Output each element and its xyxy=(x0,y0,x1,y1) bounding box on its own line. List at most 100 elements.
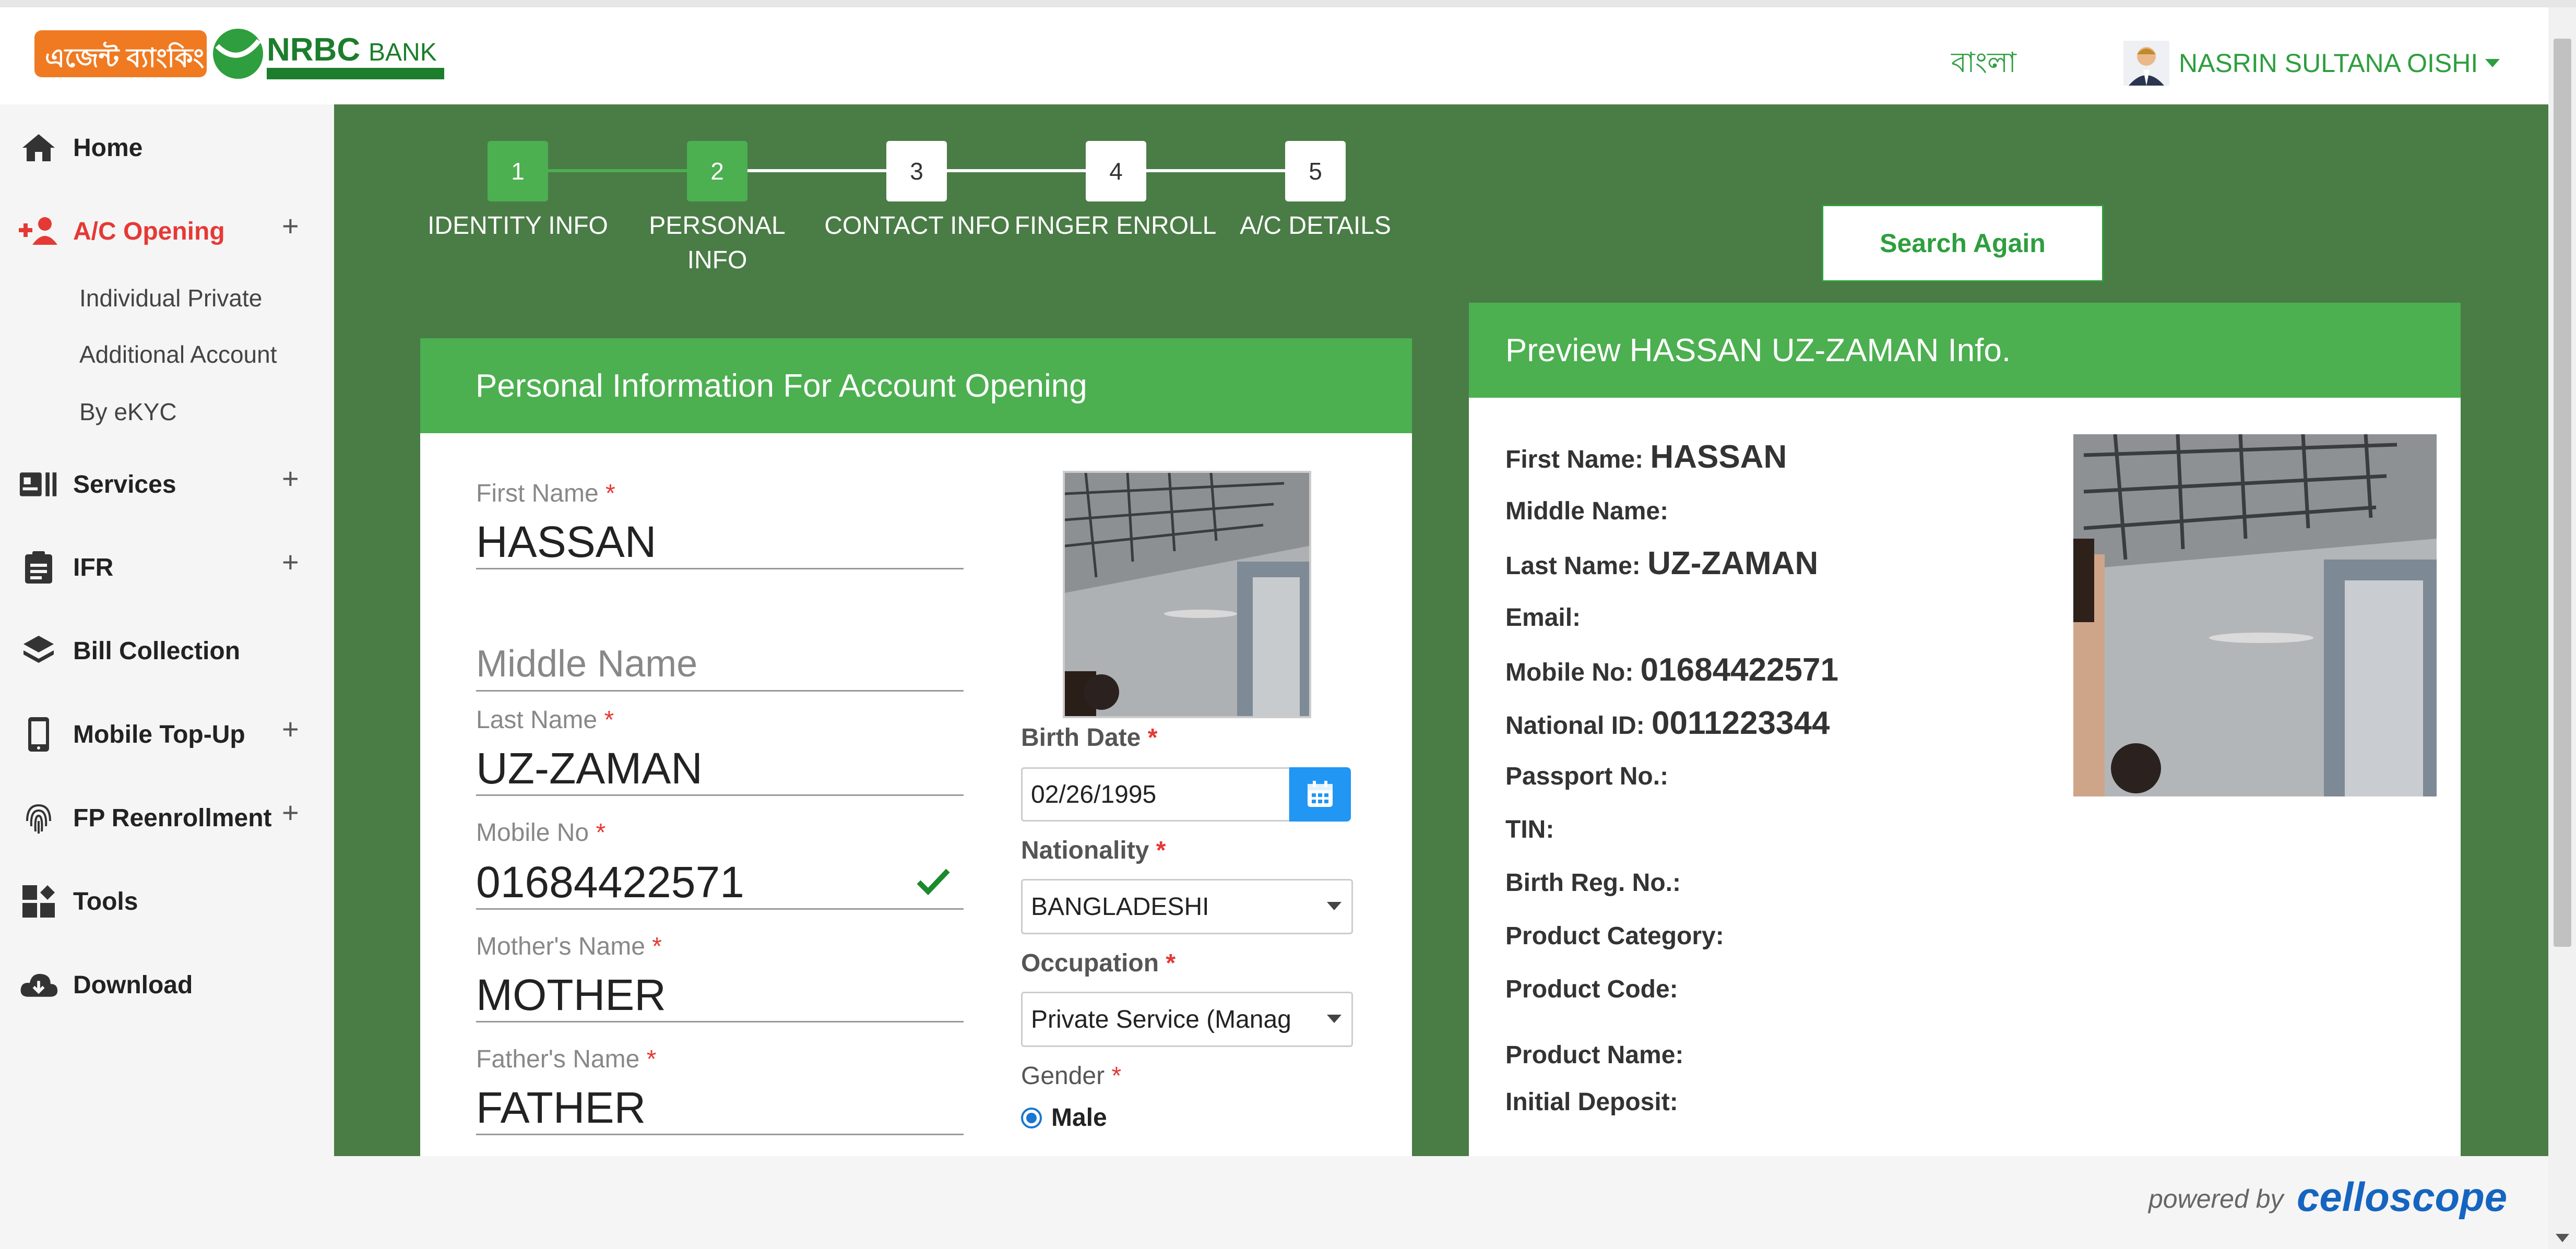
preview-row-passport: Passport No.: xyxy=(1505,762,1668,791)
vertical-scrollbar[interactable] xyxy=(2548,7,2576,1249)
label-text: Mother's Name xyxy=(476,933,645,960)
required-asterisk: * xyxy=(606,480,615,507)
step-5-box[interactable]: 5 xyxy=(1285,141,1346,201)
gender-male-label: Male xyxy=(1051,1104,1107,1132)
panel-title: Personal Information For Account Opening xyxy=(476,367,1087,404)
sidebar-item-ifr[interactable]: IFR xyxy=(19,550,113,585)
expand-plus-icon[interactable]: + xyxy=(282,795,299,829)
expand-plus-icon[interactable]: + xyxy=(282,209,299,243)
preview-label: Passport No.: xyxy=(1505,763,1669,790)
sidebar-item-services[interactable]: Services xyxy=(19,467,176,502)
sidebar-subitem-by-ekyc[interactable]: By eKYC xyxy=(79,398,177,426)
step-2-box[interactable]: 2 xyxy=(687,141,747,201)
preview-label: National ID: xyxy=(1505,712,1645,740)
sidebar-item-label: FP Reenrollment xyxy=(73,804,272,832)
first-name-input[interactable]: HASSAN xyxy=(476,516,964,569)
gender-label: Gender * xyxy=(1021,1062,1121,1090)
preview-row-product-name: Product Name: xyxy=(1505,1041,1683,1069)
calendar-button[interactable] xyxy=(1289,767,1351,822)
nationality-select[interactable]: BANGLADESHI xyxy=(1021,879,1353,934)
preview-row-email: Email: xyxy=(1505,603,1581,632)
father-name-input[interactable]: FATHER xyxy=(476,1081,964,1135)
chevron-down-icon xyxy=(1327,902,1342,910)
step-2-label: PERSONAL INFO xyxy=(649,212,786,274)
preview-title: Preview HASSAN UZ-ZAMAN Info. xyxy=(1505,332,2011,368)
step-5-label: A/C DETAILS xyxy=(1240,212,1391,240)
gender-male-option[interactable]: Male xyxy=(1021,1103,1107,1132)
label-text: First Name xyxy=(476,480,599,507)
last-name-input[interactable]: UZ-ZAMAN xyxy=(476,742,964,796)
sidebar-item-home[interactable]: Home xyxy=(19,130,143,165)
step-4-box[interactable]: 4 xyxy=(1086,141,1146,201)
sidebar-item-fp-reenrollment[interactable]: FP Reenrollment xyxy=(19,801,272,835)
middle-name-input[interactable]: Middle Name xyxy=(476,638,964,692)
mobile-input[interactable]: 01684422571 xyxy=(476,856,964,910)
clipboard-icon xyxy=(19,550,58,585)
preview-row-initial-deposit: Initial Deposit: xyxy=(1505,1088,1678,1116)
fingerprint-icon xyxy=(19,801,58,835)
birth-date-input[interactable]: 02/26/1995 xyxy=(1021,767,1290,822)
tools-icon xyxy=(19,884,58,919)
preview-label: Middle Name: xyxy=(1505,497,1669,525)
customer-photo-image xyxy=(1065,473,1309,716)
check-icon xyxy=(917,867,950,898)
scrollbar-thumb[interactable] xyxy=(2554,39,2571,947)
services-icon xyxy=(19,467,58,502)
label-text: Birth Date xyxy=(1021,724,1141,752)
mobile-icon xyxy=(19,717,58,752)
radio-button[interactable] xyxy=(1021,1107,1042,1128)
user-menu[interactable]: NASRIN SULTANA OISHI xyxy=(2123,40,2500,87)
language-toggle-link[interactable]: বাংলা xyxy=(1951,41,2016,88)
step-1-label: IDENTITY INFO xyxy=(428,212,608,240)
step-3-box[interactable]: 3 xyxy=(886,141,947,201)
label-text: Father's Name xyxy=(476,1045,640,1073)
preview-value: UZ-ZAMAN xyxy=(1647,545,1819,581)
celloscope-logo[interactable]: celloscope xyxy=(2297,1173,2507,1221)
mother-name-label: Mother's Name * xyxy=(476,932,662,961)
required-asterisk: * xyxy=(604,706,614,734)
birth-date-label: Birth Date * xyxy=(1021,723,1157,752)
preview-label: Product Code: xyxy=(1505,976,1678,1003)
sidebar-item-label: Bill Collection xyxy=(73,637,241,665)
preview-label: Email: xyxy=(1505,604,1581,632)
label-text: Mobile No xyxy=(476,819,589,847)
required-asterisk: * xyxy=(1166,949,1176,977)
preview-row-first-name: First Name: HASSAN xyxy=(1505,438,1787,475)
sidebar-item-mobile-top-up[interactable]: Mobile Top-Up xyxy=(19,717,245,752)
calendar-icon xyxy=(1308,781,1333,807)
sidebar-subitem-additional-account[interactable]: Additional Account xyxy=(79,340,277,368)
customer-photo[interactable] xyxy=(1063,471,1311,718)
preview-row-birth-reg: Birth Reg. No.: xyxy=(1505,869,1681,897)
last-name-label: Last Name * xyxy=(476,706,614,734)
sidebar-item-bill-collection[interactable]: Bill Collection xyxy=(19,634,240,668)
sidebar-item-tools[interactable]: Tools xyxy=(19,884,138,919)
scroll-down-arrow-icon[interactable] xyxy=(2556,1234,2569,1242)
nationality-label: Nationality * xyxy=(1021,836,1166,865)
mother-name-input[interactable]: MOTHER xyxy=(476,969,964,1022)
home-icon xyxy=(19,130,58,165)
first-name-label: First Name * xyxy=(476,479,615,508)
step-connector xyxy=(548,169,687,172)
add-user-icon xyxy=(19,214,58,248)
preview-row-national-id: National ID: 0011223344 xyxy=(1505,705,1830,742)
sidebar-item-download[interactable]: Download xyxy=(19,968,193,1002)
preview-label: First Name: xyxy=(1505,446,1644,473)
expand-plus-icon[interactable]: + xyxy=(282,545,299,579)
preview-photo-image xyxy=(2073,434,2437,796)
expand-plus-icon[interactable]: + xyxy=(282,712,299,746)
sidebar-item-label: Services xyxy=(73,470,176,498)
label-text: Last Name xyxy=(476,706,598,734)
preview-row-product-category: Product Category: xyxy=(1505,922,1724,950)
sidebar-item-ac-opening[interactable]: A/C Opening xyxy=(19,214,225,248)
mobile-label: Mobile No * xyxy=(476,818,606,847)
required-asterisk: * xyxy=(1156,837,1166,864)
occupation-select[interactable]: Private Service (Manag xyxy=(1021,992,1353,1047)
step-1-box[interactable]: 1 xyxy=(488,141,548,201)
preview-row-last-name: Last Name: UZ-ZAMAN xyxy=(1505,545,1818,582)
chevron-down-icon xyxy=(1327,1015,1342,1023)
expand-plus-icon[interactable]: + xyxy=(282,461,299,495)
sidebar-subitem-individual-private[interactable]: Individual Private xyxy=(79,284,262,312)
logo[interactable]: NRBC BANK এজেন্ট ব্যাংকিং xyxy=(34,25,452,82)
search-again-button[interactable]: Search Again xyxy=(1822,205,2104,282)
sidebar-item-label: Mobile Top-Up xyxy=(73,720,245,748)
